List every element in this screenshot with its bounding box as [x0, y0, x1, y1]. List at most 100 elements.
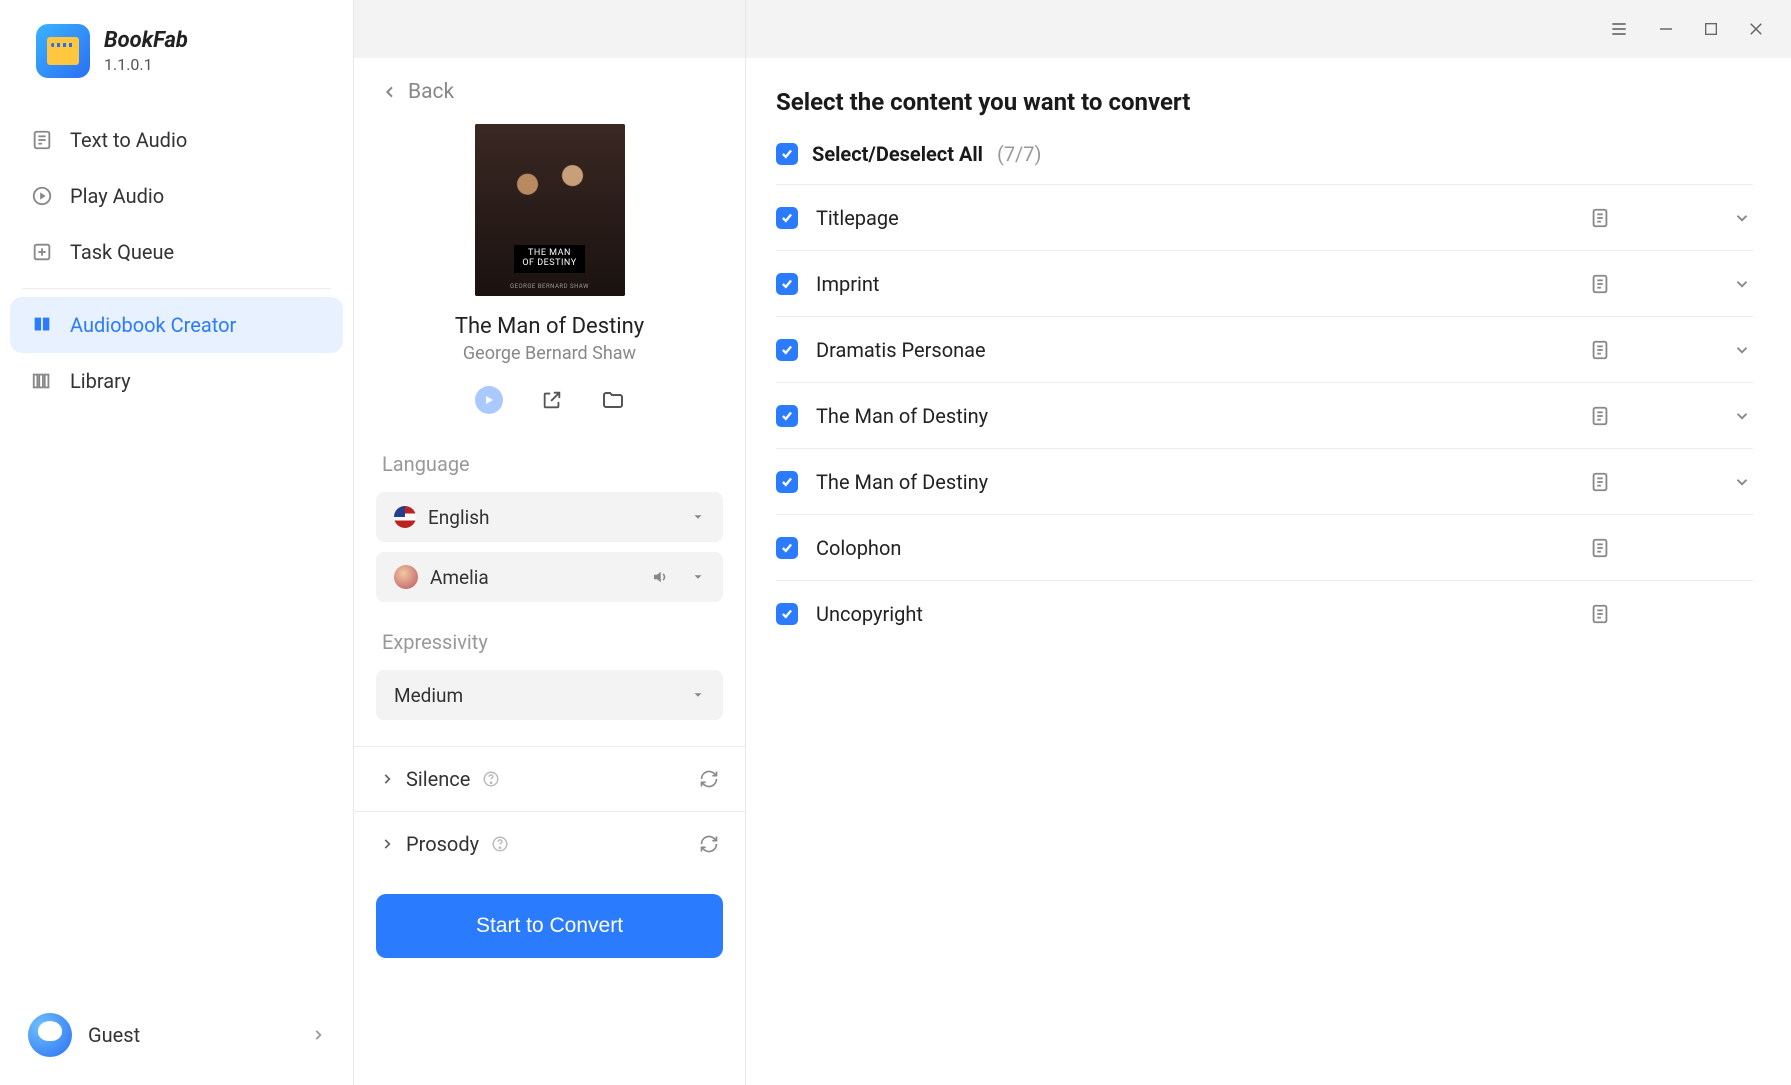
nav-divider: [22, 288, 331, 289]
caret-down-icon: [691, 688, 705, 702]
sidebar: BookFab 1.1.0.1 Text to Audio Play Audio: [0, 0, 354, 1085]
chapter-row: Uncopyright: [776, 581, 1753, 647]
back-button[interactable]: Back: [354, 58, 745, 120]
avatar: [28, 1013, 72, 1057]
sidebar-item-play-audio[interactable]: Play Audio: [10, 168, 343, 224]
play-button[interactable]: [475, 386, 503, 414]
expressivity-label: Expressivity: [354, 602, 745, 664]
document-icon[interactable]: [1589, 537, 1611, 559]
document-icon[interactable]: [1589, 207, 1611, 229]
silence-label: Silence: [406, 767, 470, 791]
app-logo-icon: [36, 24, 90, 78]
book-author: George Bernard Shaw: [463, 343, 636, 364]
chevron-right-icon: [380, 837, 394, 851]
back-label: Back: [408, 80, 454, 104]
voice-value: Amelia: [430, 566, 489, 589]
close-icon[interactable]: [1747, 20, 1765, 38]
chevron-down-icon[interactable]: [1731, 473, 1753, 491]
chapter-row: The Man of Destiny: [776, 449, 1753, 515]
folder-icon[interactable]: [601, 388, 625, 412]
chapter-checkbox[interactable]: [776, 339, 798, 361]
user-name: Guest: [88, 1023, 295, 1047]
content-panel: Select the content you want to convert S…: [746, 0, 1791, 1085]
titlebar-spacer: [354, 0, 745, 58]
start-to-convert-button[interactable]: Start to Convert: [376, 894, 723, 958]
chapter-label: Uncopyright: [816, 602, 1571, 626]
chapter-checkbox[interactable]: [776, 603, 798, 625]
export-icon[interactable]: [541, 389, 563, 411]
select-all-checkbox[interactable]: [776, 143, 798, 165]
page-title: Select the content you want to convert: [776, 88, 1753, 116]
prosody-label: Prosody: [406, 832, 479, 856]
sidebar-item-label: Audiobook Creator: [70, 313, 236, 337]
sidebar-item-label: Text to Audio: [70, 128, 187, 152]
voice-avatar-icon: [394, 565, 418, 589]
app-logo-block: BookFab 1.1.0.1: [0, 0, 353, 104]
help-icon[interactable]: [482, 770, 500, 788]
chapter-label: The Man of Destiny: [816, 470, 1571, 494]
expressivity-select[interactable]: Medium: [376, 670, 723, 720]
caret-down-icon: [691, 570, 705, 584]
chevron-down-icon[interactable]: [1731, 209, 1753, 227]
sidebar-item-audiobook-creator[interactable]: Audiobook Creator: [10, 297, 343, 353]
queue-icon: [30, 240, 54, 264]
maximize-icon[interactable]: [1703, 21, 1719, 37]
document-icon[interactable]: [1589, 471, 1611, 493]
language-select[interactable]: English: [376, 492, 723, 542]
document-icon[interactable]: [1589, 273, 1611, 295]
chapter-list: Titlepage Imprint Dramatis Personae The Man…: [776, 185, 1753, 647]
library-icon: [30, 369, 54, 393]
select-count: (7/7): [997, 142, 1042, 166]
book-icon: [30, 313, 54, 337]
select-all-row: Select/Deselect All (7/7): [776, 142, 1753, 185]
language-label: Language: [354, 424, 745, 486]
help-icon[interactable]: [491, 835, 509, 853]
user-block[interactable]: Guest: [0, 993, 353, 1085]
chapter-checkbox[interactable]: [776, 537, 798, 559]
language-value: English: [428, 506, 489, 529]
chapter-row: Titlepage: [776, 185, 1753, 251]
minimize-icon[interactable]: [1657, 20, 1675, 38]
chapter-checkbox[interactable]: [776, 273, 798, 295]
titlebar: [746, 0, 1791, 58]
chevron-down-icon[interactable]: [1731, 407, 1753, 425]
chevron-down-icon[interactable]: [1731, 341, 1753, 359]
chapter-label: Titlepage: [816, 206, 1571, 230]
chapter-row: The Man of Destiny: [776, 383, 1753, 449]
chapter-row: Colophon: [776, 515, 1753, 581]
speaker-icon[interactable]: [651, 568, 669, 586]
sidebar-item-label: Play Audio: [70, 184, 164, 208]
sidebar-item-text-to-audio[interactable]: Text to Audio: [10, 112, 343, 168]
chapter-label: Imprint: [816, 272, 1571, 296]
settings-panel: Back THE MAN OF DESTINY GEORGE BERNARD S…: [354, 0, 746, 1085]
chapter-label: Colophon: [816, 536, 1571, 560]
sidebar-item-library[interactable]: Library: [10, 353, 343, 409]
prosody-section[interactable]: Prosody: [354, 811, 745, 876]
chevron-right-icon: [311, 1028, 325, 1042]
document-icon[interactable]: [1589, 339, 1611, 361]
doc-icon: [30, 128, 54, 152]
chapter-label: The Man of Destiny: [816, 404, 1571, 428]
book-title: The Man of Destiny: [455, 314, 644, 339]
book-cover: THE MAN OF DESTINY GEORGE BERNARD SHAW: [475, 124, 625, 296]
app-name: BookFab: [104, 28, 188, 53]
menu-icon[interactable]: [1609, 19, 1629, 39]
refresh-icon[interactable]: [699, 834, 719, 854]
sidebar-item-task-queue[interactable]: Task Queue: [10, 224, 343, 280]
chapter-label: Dramatis Personae: [816, 338, 1571, 362]
nav: Text to Audio Play Audio Task Queue Audi: [0, 104, 353, 409]
sidebar-item-label: Task Queue: [70, 240, 174, 264]
refresh-icon[interactable]: [699, 769, 719, 789]
sidebar-item-label: Library: [70, 369, 131, 393]
chevron-down-icon[interactable]: [1731, 275, 1753, 293]
chapter-checkbox[interactable]: [776, 471, 798, 493]
chapter-checkbox[interactable]: [776, 405, 798, 427]
document-icon[interactable]: [1589, 603, 1611, 625]
silence-section[interactable]: Silence: [354, 746, 745, 811]
app-version: 1.1.0.1: [104, 55, 188, 74]
chapter-row: Imprint: [776, 251, 1753, 317]
voice-select[interactable]: Amelia: [376, 552, 723, 602]
chapter-checkbox[interactable]: [776, 207, 798, 229]
document-icon[interactable]: [1589, 405, 1611, 427]
chevron-left-icon: [382, 84, 398, 100]
